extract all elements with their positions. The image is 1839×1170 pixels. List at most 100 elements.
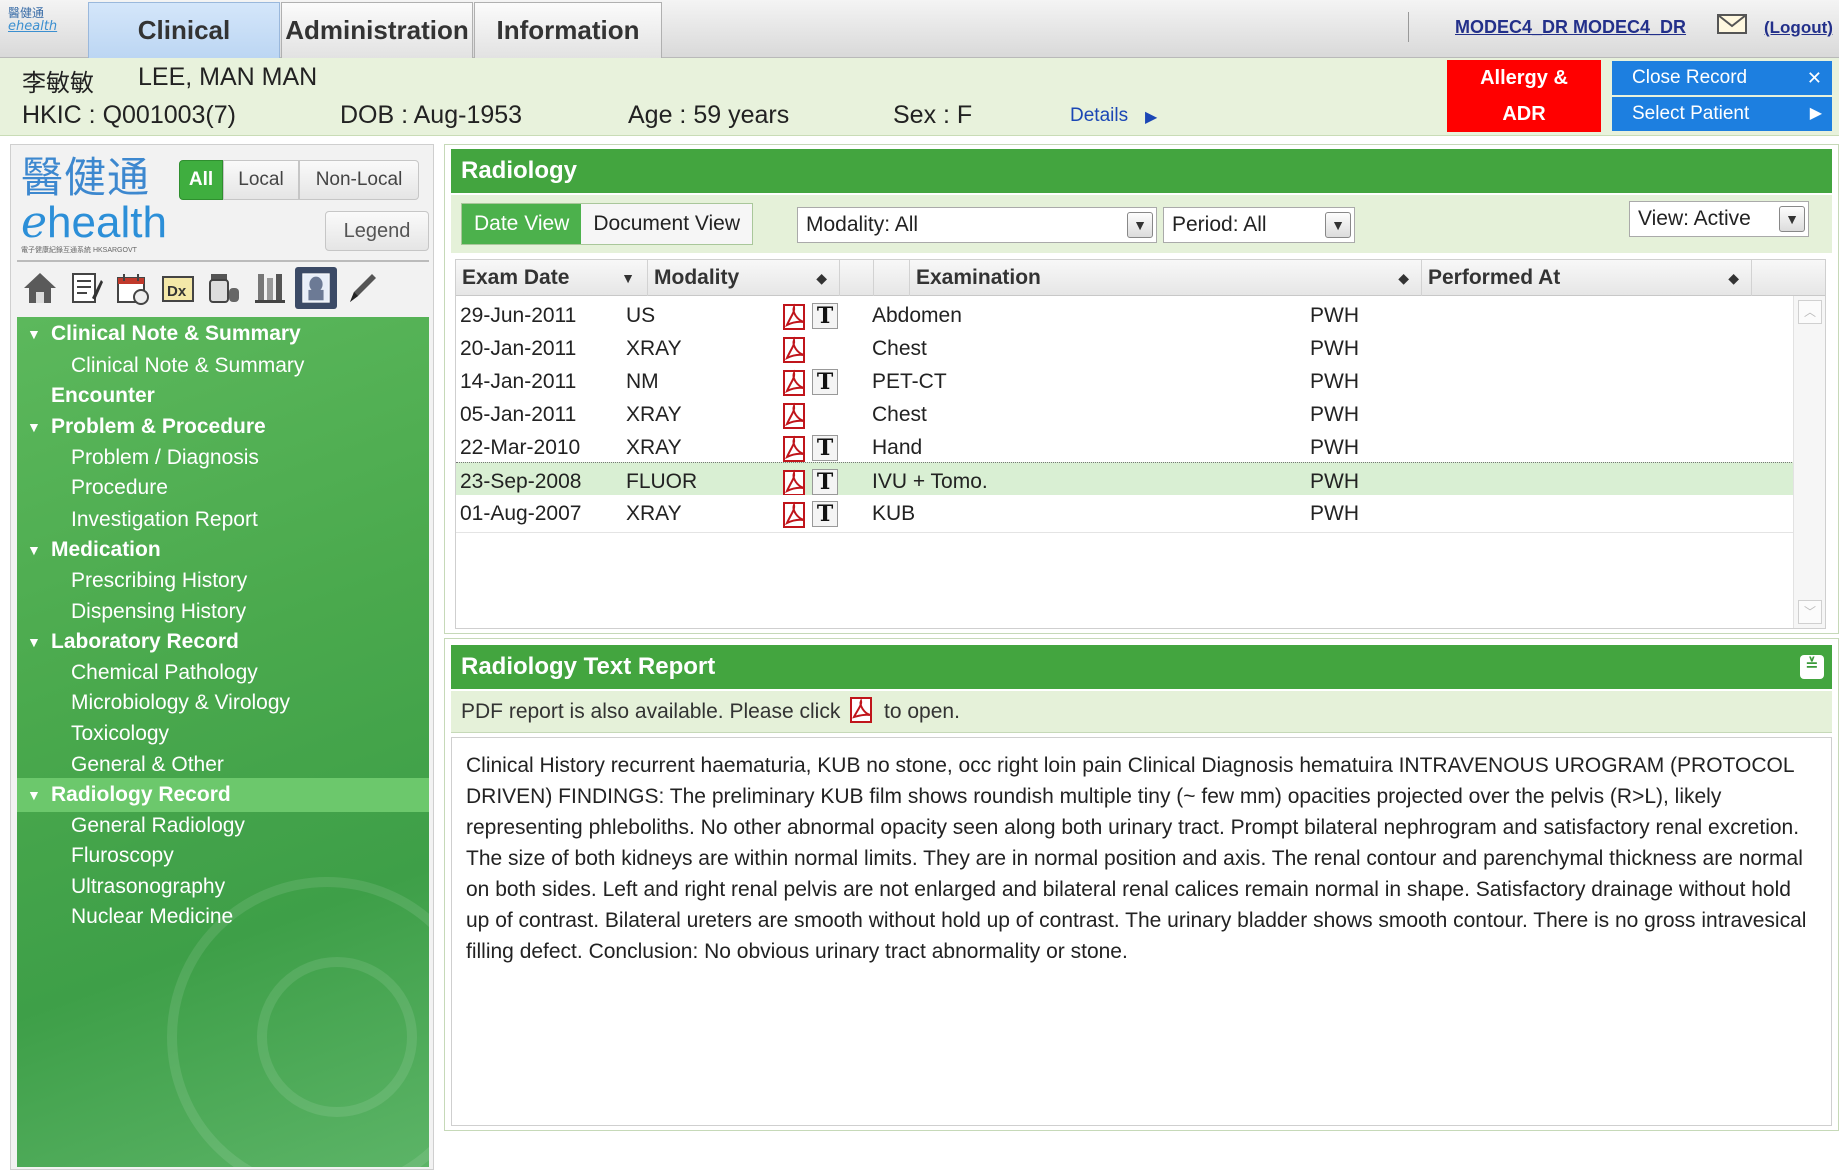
notes-icon[interactable] bbox=[65, 267, 107, 309]
scroll-down-icon[interactable]: ﹀ bbox=[1798, 600, 1822, 624]
scroll-up-icon[interactable]: ︿ bbox=[1798, 300, 1822, 324]
tab-clinical[interactable]: Clinical bbox=[88, 2, 280, 58]
sidebar-item-label: Fluroscopy bbox=[71, 844, 174, 867]
diagnosis-icon[interactable]: Dx bbox=[157, 267, 199, 309]
tab-information[interactable]: Information bbox=[474, 2, 662, 58]
pdf-icon[interactable] bbox=[780, 435, 810, 463]
patient-chinese-name: 李敏敏 bbox=[22, 69, 94, 97]
pdf-icon[interactable] bbox=[780, 336, 810, 364]
pdf-note: PDF report is also available. Please cli… bbox=[451, 691, 1832, 733]
pdf-icon[interactable] bbox=[780, 402, 810, 430]
patient-name: LEE, MAN MAN bbox=[138, 63, 318, 91]
pdf-icon[interactable] bbox=[780, 369, 810, 397]
radiology-toolbar: Date View Document View Modality: All ▼ … bbox=[451, 195, 1832, 253]
details-arrow-icon[interactable]: ▶ bbox=[1145, 107, 1157, 127]
pdf-icon[interactable] bbox=[780, 303, 810, 331]
caret-down-icon[interactable]: ▼ bbox=[27, 410, 41, 444]
scope-local-button[interactable]: Local bbox=[223, 160, 299, 200]
calendar-icon[interactable] bbox=[111, 267, 153, 309]
close-record-label: Close Record bbox=[1632, 67, 1748, 88]
date-view-button[interactable]: Date View bbox=[462, 204, 582, 244]
sidebar-item[interactable]: Chemical Pathology bbox=[17, 656, 429, 690]
sidebar-item[interactable]: General & Other bbox=[17, 748, 429, 782]
sidebar-item[interactable]: Nuclear Medicine bbox=[17, 900, 429, 934]
document-view-button[interactable]: Document View bbox=[581, 204, 752, 244]
pdf-icon[interactable] bbox=[780, 469, 810, 497]
sidebar-item[interactable]: Procedure bbox=[17, 471, 429, 505]
col-text bbox=[874, 260, 910, 296]
sidebar-section[interactable]: ▼ Laboratory Record bbox=[17, 625, 429, 659]
close-record-button[interactable]: Close Record ✕ bbox=[1612, 61, 1832, 95]
sidebar-item[interactable]: Fluroscopy bbox=[17, 839, 429, 873]
chevron-down-icon[interactable]: ▼ bbox=[1779, 206, 1805, 232]
col-pdf bbox=[840, 260, 874, 296]
close-icon: ✕ bbox=[1806, 68, 1822, 88]
col-exam-date[interactable]: Exam Date ▼ bbox=[456, 260, 648, 296]
home-icon[interactable] bbox=[19, 267, 61, 309]
lab-icon[interactable] bbox=[249, 267, 291, 309]
sidebar-section[interactable]: ▼ Medication bbox=[17, 533, 429, 567]
text-report-icon[interactable]: T bbox=[812, 501, 838, 527]
patient-sex: Sex : F bbox=[893, 101, 973, 129]
period-select-value: Period: All bbox=[1172, 213, 1267, 236]
sidebar-item[interactable]: Clinical Note & Summary bbox=[17, 349, 429, 383]
chevron-down-icon[interactable]: ▼ bbox=[1325, 212, 1351, 238]
caret-down-icon[interactable]: ▼ bbox=[27, 625, 41, 659]
sidebar-item-label: Toxicology bbox=[71, 722, 170, 745]
view-select[interactable]: View: Active ▼ bbox=[1629, 201, 1809, 237]
col-modality[interactable]: Modality ◆ bbox=[648, 260, 840, 296]
collapse-icon[interactable]: ≚ bbox=[1800, 655, 1824, 679]
sidebar-item[interactable]: Problem / Diagnosis bbox=[17, 441, 429, 475]
left-panel: 醫健通 ehealth 電子健康紀錄互通系統 HKSARGOVT All Loc… bbox=[10, 144, 434, 1170]
text-report-header: Radiology Text Report ≚ bbox=[451, 645, 1832, 689]
sidebar-item[interactable]: General Radiology bbox=[17, 809, 429, 843]
sidebar-item-label: General & Other bbox=[71, 753, 224, 776]
sidebar-item[interactable]: Microbiology & Virology bbox=[17, 686, 429, 720]
col-performed-at[interactable]: Performed At ◆ bbox=[1422, 260, 1752, 296]
table-scrollbar[interactable]: ︿ ﹀ bbox=[1793, 296, 1825, 628]
text-report-icon[interactable]: T bbox=[812, 303, 838, 329]
mail-icon[interactable] bbox=[1717, 14, 1747, 34]
modality-select[interactable]: Modality: All ▼ bbox=[797, 207, 1157, 243]
pdf-icon[interactable] bbox=[780, 501, 810, 529]
chevron-down-icon[interactable]: ▼ bbox=[1127, 212, 1153, 238]
scope-all-button[interactable]: All bbox=[179, 160, 223, 200]
period-select[interactable]: Period: All ▼ bbox=[1163, 207, 1355, 243]
medication-icon[interactable] bbox=[203, 267, 245, 309]
sidebar-item[interactable]: Ultrasonography bbox=[17, 870, 429, 904]
select-patient-button[interactable]: Select Patient ▶ bbox=[1612, 97, 1832, 131]
caret-down-icon[interactable]: ▼ bbox=[27, 533, 41, 567]
pen-icon[interactable] bbox=[341, 267, 383, 309]
sidebar-item[interactable]: Investigation Report bbox=[17, 503, 429, 537]
sidebar-item-label: Chemical Pathology bbox=[71, 661, 258, 684]
sidebar-section[interactable]: ▼ Problem & Procedure bbox=[17, 410, 429, 444]
legend-button[interactable]: Legend bbox=[325, 211, 429, 251]
text-report-icon[interactable]: T bbox=[812, 435, 838, 461]
top-bar: 醫健通 ehealth Clinical Administration Info… bbox=[0, 0, 1839, 58]
sidebar-item[interactable]: Toxicology bbox=[17, 717, 429, 751]
allergy-adr-button[interactable]: Allergy & ADR bbox=[1447, 60, 1601, 132]
sidebar-section[interactable]: ▼ Radiology Record bbox=[17, 778, 429, 812]
sidebar-section[interactable]: Encounter bbox=[17, 379, 429, 413]
pdf-note-before: PDF report is also available. Please cli… bbox=[461, 700, 841, 723]
select-patient-label: Select Patient bbox=[1632, 103, 1750, 124]
scope-nonlocal-button[interactable]: Non-Local bbox=[299, 160, 419, 200]
sidebar-section[interactable]: ▼ Clinical Note & Summary bbox=[17, 317, 429, 351]
logout-link[interactable]: (Logout) bbox=[1764, 18, 1833, 38]
text-report-icon[interactable]: T bbox=[812, 469, 838, 495]
details-link[interactable]: Details bbox=[1070, 105, 1128, 127]
caret-down-icon[interactable]: ▼ bbox=[27, 317, 41, 351]
sidebar-item-label: Radiology Record bbox=[51, 783, 231, 806]
radiology-icon[interactable] bbox=[295, 267, 337, 309]
caret-down-icon[interactable]: ▼ bbox=[27, 778, 41, 812]
sidebar-item[interactable]: Dispensing History bbox=[17, 595, 429, 629]
sidebar-item[interactable]: Prescribing History bbox=[17, 564, 429, 598]
tab-administration[interactable]: Administration bbox=[281, 2, 473, 58]
sidebar-item-label: Clinical Note & Summary bbox=[51, 322, 301, 345]
user-link[interactable]: MODEC4_DR MODEC4_DR bbox=[1455, 17, 1686, 38]
sidebar-item-label: Dispensing History bbox=[71, 600, 247, 623]
text-report-icon[interactable]: T bbox=[812, 369, 838, 395]
pdf-icon[interactable] bbox=[848, 697, 876, 724]
col-examination[interactable]: Examination ◆ bbox=[910, 260, 1422, 296]
table-row[interactable]: 01-Aug-2007 XRAY KUB PWH T bbox=[456, 495, 1794, 533]
